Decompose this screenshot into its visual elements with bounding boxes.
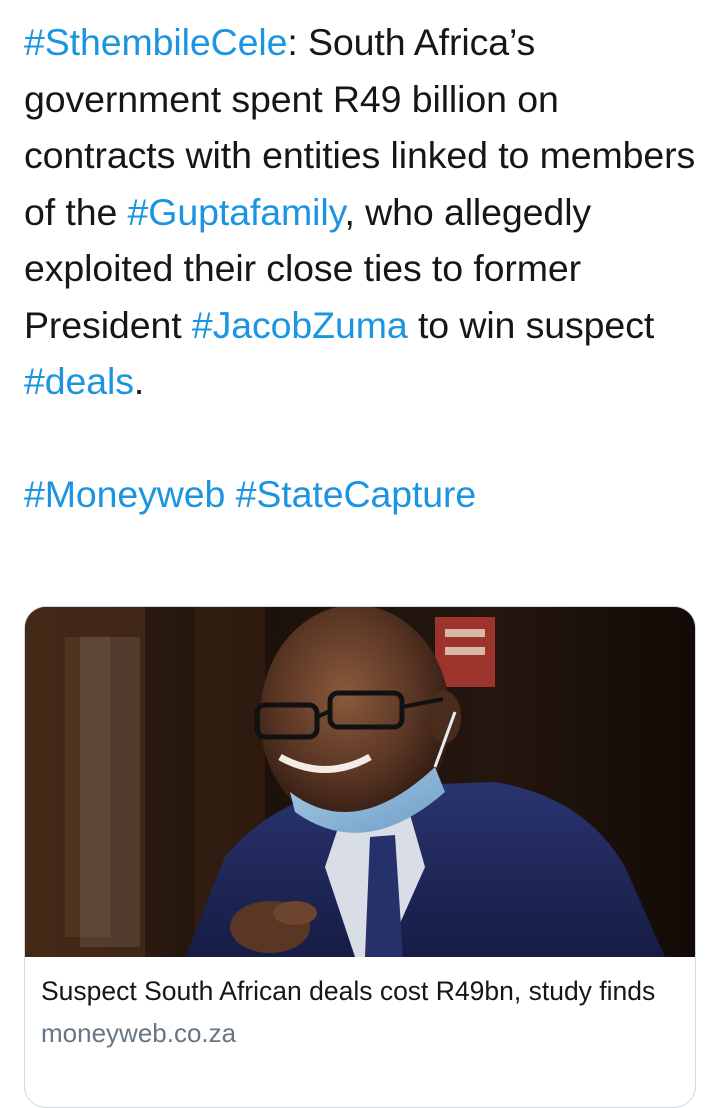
card-title[interactable]: Suspect South African deals cost R49bn, … bbox=[41, 973, 679, 1009]
card-image[interactable] bbox=[25, 607, 695, 957]
card-domain: moneyweb.co.za bbox=[41, 1018, 237, 1048]
tweet-text-segment: . bbox=[133, 360, 145, 402]
hashtag-moneyweb[interactable]: #Moneyweb bbox=[24, 473, 225, 515]
hashtag-sthembilecele[interactable]: #SthembileCele bbox=[24, 21, 287, 63]
tweet-text-segment: to win suspect bbox=[407, 303, 655, 346]
tweet-hashtags-line: #Moneyweb #StateCapture bbox=[24, 466, 700, 523]
hashtag-statecapture[interactable]: #StateCapture bbox=[236, 473, 477, 515]
hashtag-deals[interactable]: #deals bbox=[24, 360, 134, 402]
man-with-mask-photo bbox=[25, 607, 695, 957]
card-meta: Suspect South African deals cost R49bn, … bbox=[25, 957, 695, 1051]
link-preview-card[interactable]: Suspect South African deals cost R49bn, … bbox=[24, 606, 696, 1108]
hashtag-guptafamily[interactable]: #Guptafamily bbox=[128, 191, 345, 233]
hashtag-jacobzuma[interactable]: #JacobZuma bbox=[192, 304, 408, 346]
tweet-body: #SthembileCele: South Africa’s governmen… bbox=[24, 14, 700, 523]
tweet-paragraph: #SthembileCele: South Africa’s governmen… bbox=[24, 14, 700, 410]
